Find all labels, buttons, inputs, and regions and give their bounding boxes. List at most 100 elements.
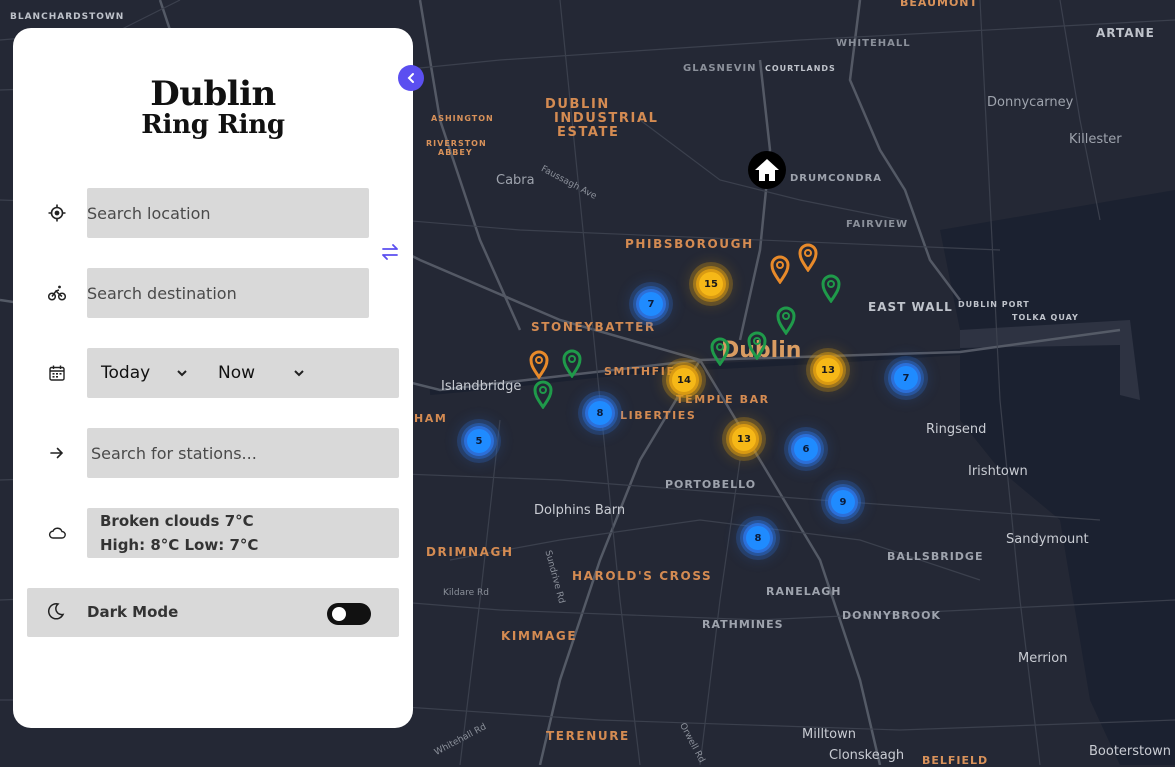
map-label: HAROLD'S CROSS <box>572 569 713 583</box>
cluster-count: 8 <box>588 401 612 425</box>
home-icon <box>755 159 779 181</box>
cloud-icon <box>47 523 67 543</box>
map-label: RANELAGH <box>766 585 842 598</box>
map-label: BEAUMONT <box>900 0 979 9</box>
station-pin-green[interactable] <box>709 336 731 366</box>
station-pin-green[interactable] <box>532 379 554 409</box>
cluster-count: 6 <box>794 437 818 461</box>
map-label: Islandbridge <box>441 379 522 394</box>
map-label: HAM <box>414 412 448 425</box>
map-label: ESTATE <box>557 125 620 140</box>
station-pin-green[interactable] <box>746 330 768 360</box>
station-cluster[interactable]: 13 <box>714 409 774 469</box>
map-label: BLANCHARDSTOWN <box>10 12 125 22</box>
map-label: PHIBSBOROUGH <box>625 237 754 251</box>
search-location-input[interactable] <box>87 188 369 238</box>
crosshair-icon <box>47 203 67 223</box>
logo-line2: Ring Ring <box>141 110 285 140</box>
home-marker[interactable] <box>748 151 786 189</box>
map-label: INDUSTRIAL <box>554 111 659 126</box>
map-label: Killester <box>1069 132 1122 147</box>
station-cluster[interactable]: 15 <box>681 254 741 314</box>
map-label: ARTANE <box>1096 26 1155 40</box>
dark-mode-label: Dark Mode <box>87 603 179 621</box>
map-label: ABBEY <box>438 148 473 157</box>
map-label: Merrion <box>1018 651 1068 666</box>
station-pin-orange[interactable] <box>797 242 819 272</box>
map-label: WHITEHALL <box>836 38 911 49</box>
map-label: DRUMCONDRA <box>790 173 883 184</box>
cluster-count: 7 <box>894 366 918 390</box>
map-label: LIBERTIES <box>620 409 697 422</box>
collapse-panel-button[interactable] <box>398 65 424 91</box>
map-label: KIMMAGE <box>501 629 578 643</box>
map-label: Clonskeagh <box>829 748 905 763</box>
cluster-count: 13 <box>732 427 756 451</box>
map-label: DONNYBROOK <box>842 609 941 622</box>
search-stations-input[interactable] <box>91 428 399 478</box>
cluster-count: 13 <box>816 358 840 382</box>
station-cluster[interactable]: 5 <box>449 411 509 471</box>
cluster-count: 14 <box>672 368 696 392</box>
station-cluster[interactable]: 9 <box>813 472 873 532</box>
map-label: RIVERSTON <box>426 139 487 148</box>
map-label: ASHINGTON <box>431 114 494 123</box>
map-label: COURTLANDS <box>765 64 836 73</box>
chevron-down-icon <box>294 370 304 377</box>
map-label: Donnycarney <box>987 95 1074 110</box>
station-cluster[interactable]: 8 <box>570 383 630 443</box>
map-label: Booterstown <box>1089 744 1171 759</box>
map-label: PORTOBELLO <box>665 478 757 491</box>
map-label: RATHMINES <box>702 618 784 631</box>
map-label: Sandymount <box>1006 532 1089 547</box>
station-cluster[interactable]: 14 <box>654 350 714 410</box>
map-label: TOLKA QUAY <box>1012 313 1079 322</box>
time-select-value: Now <box>218 363 256 383</box>
search-destination-input[interactable] <box>87 268 369 318</box>
weather-widget: Broken clouds 7°C High: 8°C Low: 7°C <box>87 508 399 558</box>
map-label: FAIRVIEW <box>846 219 909 230</box>
station-cluster[interactable]: 8 <box>728 508 788 568</box>
cluster-count: 5 <box>467 429 491 453</box>
logo-line1: Dublin <box>150 74 276 114</box>
calendar-icon <box>47 363 67 383</box>
map-label: BELFIELD <box>922 754 989 767</box>
swap-icon[interactable] <box>380 242 400 262</box>
weather-summary: Broken clouds 7°C <box>100 512 254 530</box>
day-select[interactable]: Today <box>101 348 201 398</box>
chevron-left-icon <box>407 73 414 83</box>
cluster-count: 15 <box>699 272 723 296</box>
map-label: EAST WALL <box>868 300 953 314</box>
cluster-count: 9 <box>831 490 855 514</box>
map-label: Kildare Rd <box>443 588 489 598</box>
station-cluster[interactable]: 13 <box>798 340 858 400</box>
moon-icon <box>47 602 67 622</box>
map-label: Dolphins Barn <box>534 503 626 518</box>
station-pin-orange[interactable] <box>528 349 550 379</box>
map-label: Milltown <box>802 727 856 742</box>
arrow-right-icon <box>47 443 67 463</box>
station-pin-green[interactable] <box>775 305 797 335</box>
dark-mode-toggle[interactable] <box>327 603 371 625</box>
map-label: Cabra <box>496 173 535 188</box>
station-cluster[interactable]: 7 <box>621 274 681 334</box>
map-label: TERENURE <box>546 729 630 743</box>
station-pin-orange[interactable] <box>769 254 791 284</box>
map-label: BALLSBRIDGE <box>887 550 984 563</box>
chevron-down-icon <box>177 370 187 377</box>
location-field[interactable] <box>87 188 369 238</box>
toggle-knob <box>332 607 346 621</box>
map-label: DUBLIN <box>545 97 610 112</box>
station-pin-green[interactable] <box>561 348 583 378</box>
cluster-count: 7 <box>639 292 663 316</box>
map-label: DRIMNAGH <box>426 545 514 559</box>
station-pin-green[interactable] <box>820 273 842 303</box>
time-select[interactable]: Now <box>218 348 318 398</box>
map-label: Ringsend <box>926 422 987 437</box>
station-cluster[interactable]: 6 <box>776 419 836 479</box>
cluster-count: 8 <box>746 526 770 550</box>
destination-field[interactable] <box>87 268 369 318</box>
station-cluster[interactable]: 7 <box>876 348 936 408</box>
stations-field[interactable] <box>87 428 399 478</box>
datetime-field: Today Now <box>87 348 399 398</box>
